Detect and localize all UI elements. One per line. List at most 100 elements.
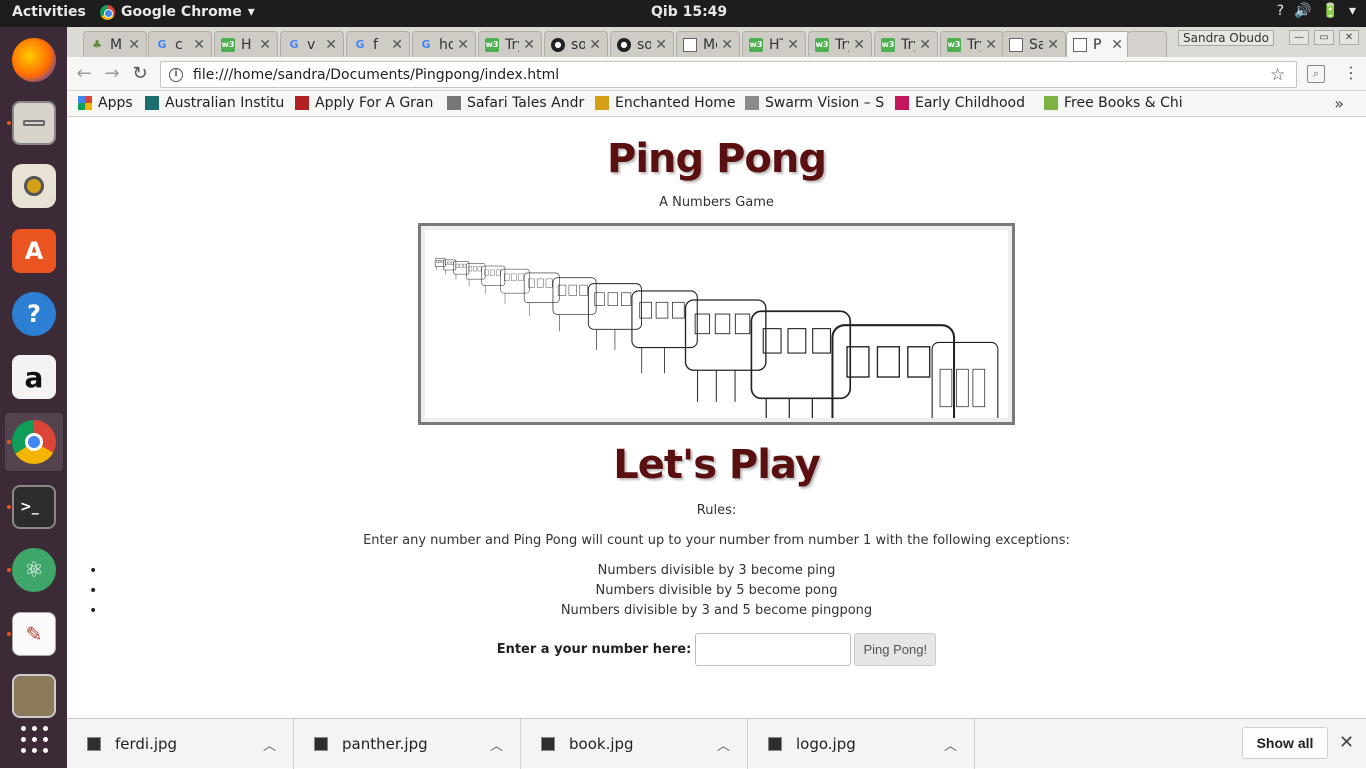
close-window-button[interactable]: ✕ <box>1339 30 1359 45</box>
browser-tab[interactable]: ● sob ✕ <box>610 31 674 57</box>
download-shelf: ferdi.jpg ︿ panther.jpg ︿ book.jpg ︿ log… <box>67 718 1366 769</box>
download-item[interactable]: panther.jpg ︿ <box>294 719 521 769</box>
close-tab-icon[interactable]: ✕ <box>391 37 403 53</box>
close-tab-icon[interactable]: ✕ <box>1111 37 1123 53</box>
browser-tab[interactable]: Gc ✕ <box>148 31 212 57</box>
back-button[interactable]: ← <box>73 63 95 85</box>
running-indicator <box>7 568 11 572</box>
close-tab-icon[interactable]: ✕ <box>457 37 469 53</box>
browser-tab[interactable]: Gf ✕ <box>346 31 410 57</box>
forward-button[interactable]: → <box>101 63 123 85</box>
show-applications-button[interactable] <box>5 710 63 768</box>
browser-tab[interactable]: w3 Tryi ✕ <box>940 31 1004 57</box>
bookmark-item[interactable]: Swarm Vision – S <box>745 95 885 111</box>
launcher-firefox[interactable] <box>5 31 63 89</box>
launcher-terminal[interactable]: >_ <box>5 478 63 536</box>
browser-tab[interactable]: San ✕ <box>1002 31 1066 57</box>
url-text[interactable]: file:///home/sandra/Documents/Pingpong/i… <box>193 67 1270 83</box>
close-tab-icon[interactable]: ✕ <box>787 37 799 53</box>
browser-tab[interactable]: w3 Tryi ✕ <box>874 31 938 57</box>
download-filename[interactable]: book.jpg <box>569 735 717 753</box>
chevron-up-icon[interactable]: ︿ <box>490 735 520 754</box>
activities-button[interactable]: Activities <box>12 4 86 20</box>
profile-name[interactable]: Sandra Obudo <box>1178 30 1274 46</box>
browser-tab[interactable]: P ✕ <box>1066 31 1130 57</box>
browser-tab[interactable]: ● sob ✕ <box>544 31 608 57</box>
launcher-amazon[interactable]: a <box>5 348 63 406</box>
chrome-menu-icon[interactable]: ⋮ <box>1343 63 1359 82</box>
tab-title: P <box>1093 36 1102 53</box>
favicon-icon <box>145 96 159 110</box>
download-item[interactable]: ferdi.jpg ︿ <box>67 719 294 769</box>
close-tab-icon[interactable]: ✕ <box>919 37 931 53</box>
close-tab-icon[interactable]: ✕ <box>1047 37 1059 53</box>
volume-icon[interactable]: 🔊 <box>1294 3 1311 19</box>
browser-tab[interactable]: Ghov ✕ <box>412 31 476 57</box>
system-tray[interactable]: ? 🔊 🔋 ▾ <box>1277 3 1356 19</box>
launcher-text-editor[interactable]: ✎ <box>5 605 63 663</box>
chevron-up-icon[interactable]: ︿ <box>944 735 974 754</box>
close-tab-icon[interactable]: ✕ <box>128 37 140 53</box>
chevron-up-icon[interactable]: ︿ <box>263 735 293 754</box>
bookmark-item[interactable]: Early Childhood <box>895 95 1035 111</box>
browser-tab[interactable]: w3 Tryi ✕ <box>808 31 872 57</box>
download-filename[interactable]: ferdi.jpg <box>115 735 263 753</box>
launcher-help[interactable]: ? <box>5 285 63 343</box>
close-tab-icon[interactable]: ✕ <box>325 37 337 53</box>
browser-tab[interactable]: Mov ✕ <box>676 31 740 57</box>
bookmark-apps[interactable]: Apps <box>78 95 138 111</box>
browser-tab[interactable]: w3 H ✕ <box>214 31 278 57</box>
maximize-button[interactable]: ▭ <box>1314 30 1334 45</box>
google-icon: G <box>355 38 365 51</box>
info-icon[interactable]: i <box>169 67 183 82</box>
bookmark-label: Swarm Vision – S <box>765 95 885 111</box>
close-tab-icon[interactable]: ✕ <box>523 37 535 53</box>
browser-tab[interactable]: Gv ✕ <box>280 31 344 57</box>
browser-tab[interactable]: w3 HTM ✕ <box>742 31 806 57</box>
bookmarks-overflow-button[interactable]: » <box>1334 94 1344 113</box>
bookmark-item[interactable]: Australian Institu <box>145 95 285 111</box>
running-indicator <box>7 121 11 125</box>
launcher-rhythmbox[interactable] <box>5 157 63 215</box>
reload-button[interactable]: ↻ <box>129 63 151 85</box>
bookmark-item[interactable]: Safari Tales Andr <box>447 95 587 111</box>
bookmark-item[interactable]: Enchanted Home <box>595 95 735 111</box>
train-window <box>568 284 577 296</box>
close-tab-icon[interactable]: ✕ <box>721 37 733 53</box>
app-menu[interactable]: Google Chrome ▾ <box>100 4 255 20</box>
minimize-button[interactable]: — <box>1289 30 1309 45</box>
browser-tab[interactable]: w3 Tryi ✕ <box>478 31 542 57</box>
number-input[interactable] <box>695 633 852 666</box>
download-filename[interactable]: panther.jpg <box>342 735 490 753</box>
launcher-atom[interactable]: ⚛ <box>5 541 63 599</box>
bookmark-item[interactable]: Free Books & Chi <box>1044 95 1184 111</box>
battery-icon[interactable]: 🔋 <box>1322 3 1339 19</box>
download-item[interactable]: book.jpg ︿ <box>521 719 748 769</box>
download-filename[interactable]: logo.jpg <box>796 735 944 753</box>
close-icon[interactable]: ✕ <box>1339 732 1354 753</box>
close-tab-icon[interactable]: ✕ <box>193 37 205 53</box>
ping-pong-button[interactable]: Ping Pong! <box>854 633 937 666</box>
launcher-ubuntu-software[interactable]: A <box>5 222 63 280</box>
help-icon[interactable]: ? <box>1277 3 1284 19</box>
close-tab-icon[interactable]: ✕ <box>655 37 667 53</box>
train-window <box>473 266 477 272</box>
close-tab-icon[interactable]: ✕ <box>259 37 271 53</box>
close-tab-icon[interactable]: ✕ <box>853 37 865 53</box>
bookmark-star-icon[interactable]: ☆ <box>1270 65 1290 85</box>
new-tab-button[interactable] <box>1127 31 1167 57</box>
close-tab-icon[interactable]: ✕ <box>985 37 997 53</box>
address-bar[interactable]: i file:///home/sandra/Documents/Pingpong… <box>160 61 1297 88</box>
clock[interactable]: Qib 15:49 <box>651 4 727 20</box>
launcher-chrome[interactable] <box>5 413 63 471</box>
download-item[interactable]: logo.jpg ︿ <box>748 719 975 769</box>
system-menu-icon[interactable]: ▾ <box>1349 3 1356 19</box>
show-all-downloads-button[interactable]: Show all <box>1242 727 1328 759</box>
bookmark-item[interactable]: Apply For A Gran <box>295 95 435 111</box>
close-tab-icon[interactable]: ✕ <box>589 37 601 53</box>
launcher-files[interactable] <box>5 94 63 152</box>
extension-icon[interactable]: ⌕ <box>1307 65 1325 83</box>
chevron-up-icon[interactable]: ︿ <box>717 735 747 754</box>
browser-tab[interactable]: ♣ M ✕ <box>83 31 147 57</box>
train-window <box>939 368 953 408</box>
